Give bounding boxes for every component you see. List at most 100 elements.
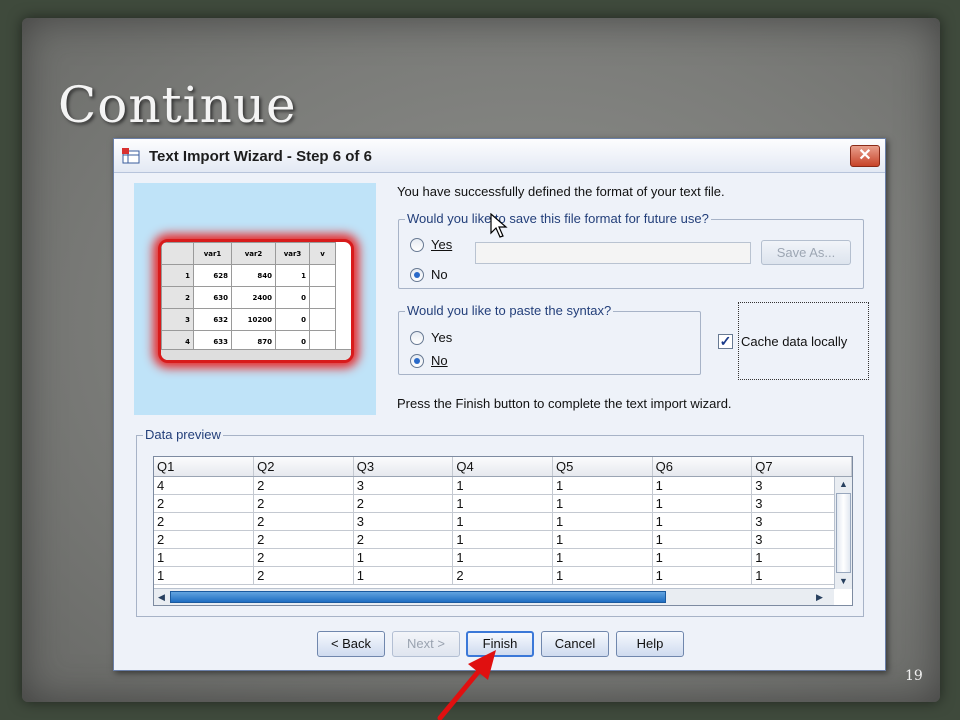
save-format-no-radio[interactable]	[410, 268, 424, 282]
ill-cell: 632	[193, 308, 232, 331]
save-format-yes-label[interactable]: Yes	[431, 237, 452, 252]
success-message: You have successfully defined the format…	[397, 184, 725, 199]
table-cell: 1	[452, 530, 554, 549]
table-row: 2 2 3 1 1 1 3	[154, 512, 852, 531]
scroll-right-icon[interactable]: ▶	[816, 592, 823, 603]
ill-cell: 630	[193, 286, 232, 309]
ill-cell	[309, 286, 336, 309]
close-button[interactable]: ✕	[850, 145, 880, 167]
back-button[interactable]: < Back	[317, 631, 385, 657]
paste-syntax-legend: Would you like to paste the syntax?	[405, 303, 614, 318]
cancel-button[interactable]: Cancel	[541, 631, 609, 657]
table-row: 1 2 1 1 1 1 1	[154, 548, 852, 567]
save-format-group: Would you like to save this file format …	[398, 211, 864, 289]
ill-header: var1	[193, 242, 232, 265]
table-cell: 2	[253, 476, 354, 495]
scroll-up-icon[interactable]: ▲	[839, 479, 848, 489]
ill-cell	[309, 264, 336, 287]
table-cell: 2	[154, 530, 255, 549]
table-cell: 1	[652, 548, 753, 567]
table-cell: 2	[353, 530, 454, 549]
ill-cell: 2	[161, 286, 194, 309]
data-preview-legend: Data preview	[143, 427, 223, 442]
horizontal-scroll-thumb[interactable]	[170, 591, 666, 603]
table-cell: 2	[253, 512, 354, 531]
column-header: Q1	[154, 457, 255, 477]
vertical-scrollbar[interactable]: ▲ ▼	[834, 477, 852, 589]
table-cell: 2	[452, 566, 554, 585]
ill-cell: 3	[161, 308, 194, 331]
table-cell: 1	[552, 566, 653, 585]
table-cell: 3	[353, 512, 454, 531]
paste-syntax-no-label[interactable]: No	[431, 353, 448, 368]
table-cell: 2	[154, 512, 255, 531]
table-cell: 1	[552, 512, 653, 531]
paste-syntax-yes-radio[interactable]	[410, 331, 424, 345]
table-cell: 2	[253, 530, 354, 549]
table-cell: 1	[154, 566, 255, 585]
column-header: Q6	[652, 457, 753, 477]
table-cell: 3	[353, 476, 454, 495]
ill-header: v	[309, 242, 336, 265]
wizard-illustration: var1 var2 var3 v 1 628 840 1 2 630 2400 …	[134, 183, 376, 415]
paste-syntax-no-radio[interactable]	[410, 354, 424, 368]
save-as-button[interactable]: Save As...	[761, 240, 851, 265]
slide: Continue Text Import Wizard - Step 6 of …	[0, 0, 960, 720]
ill-cell: 840	[231, 264, 276, 287]
table-cell: 1	[353, 548, 454, 567]
save-format-yes-radio[interactable]	[410, 238, 424, 252]
table-cell: 1	[652, 476, 753, 495]
ill-header: var3	[275, 242, 310, 265]
app-icon	[122, 148, 140, 164]
table-cell: 1	[452, 512, 554, 531]
table-cell: 2	[253, 566, 354, 585]
table-cell: 2	[253, 548, 354, 567]
dialog-titlebar[interactable]: Text Import Wizard - Step 6 of 6 ✕	[114, 139, 885, 173]
table-cell: 2	[154, 494, 255, 513]
finish-instruction: Press the Finish button to complete the …	[397, 396, 732, 411]
table-cell: 1	[452, 494, 554, 513]
data-preview-grid[interactable]: Q1 Q2 Q3 Q4 Q5 Q6 Q7 4 2 3 1 1 1 3 2 2 2…	[153, 456, 853, 606]
table-cell: 1	[154, 548, 255, 567]
ill-cell: 628	[193, 264, 232, 287]
ill-cell: 1	[275, 264, 310, 287]
table-cell: 1	[652, 494, 753, 513]
scroll-left-icon[interactable]: ◀	[158, 592, 165, 603]
illustration-data-grid: var1 var2 var3 v 1 628 840 1 2 630 2400 …	[158, 239, 354, 363]
illustration-scrollbar	[161, 349, 351, 360]
mouse-pointer-icon	[490, 213, 508, 238]
ill-cell	[309, 308, 336, 331]
column-header: Q7	[751, 457, 852, 477]
table-cell: 1	[552, 530, 653, 549]
table-row: 2 2 2 1 1 1 3	[154, 494, 852, 513]
column-header: Q2	[253, 457, 354, 477]
table-cell: 1	[452, 548, 554, 567]
table-cell: 2	[353, 494, 454, 513]
ill-cell: 0	[275, 286, 310, 309]
cache-data-checkbox[interactable]: ✓	[718, 334, 733, 349]
dialog-title: Text Import Wizard - Step 6 of 6	[149, 148, 372, 165]
save-format-no-label[interactable]: No	[431, 267, 448, 282]
table-cell: 4	[154, 476, 255, 495]
scroll-down-icon[interactable]: ▼	[839, 576, 848, 586]
ill-cell: 1	[161, 264, 194, 287]
help-button[interactable]: Help	[616, 631, 684, 657]
table-cell: 2	[253, 494, 354, 513]
vertical-scroll-thumb[interactable]	[836, 493, 851, 573]
data-preview-group: Data preview Q1 Q2 Q3 Q4 Q5 Q6 Q7 4 2 3 …	[136, 427, 864, 617]
slide-title: Continue	[58, 76, 297, 134]
paste-syntax-yes-label[interactable]: Yes	[431, 330, 452, 345]
red-arrow-icon	[437, 650, 496, 720]
table-cell: 1	[652, 512, 753, 531]
table-cell: 1	[652, 530, 753, 549]
format-file-name-input[interactable]	[475, 242, 751, 264]
ill-cell: 2400	[231, 286, 276, 309]
cache-data-label[interactable]: Cache data locally	[741, 334, 847, 349]
save-format-legend: Would you like to save this file format …	[405, 211, 711, 226]
table-cell: 1	[552, 476, 653, 495]
table-cell: 1	[452, 476, 554, 495]
column-header: Q4	[452, 457, 554, 477]
column-header: Q3	[353, 457, 454, 477]
table-cell: 1	[652, 566, 753, 585]
horizontal-scrollbar[interactable]: ◀ ▶	[154, 588, 834, 605]
